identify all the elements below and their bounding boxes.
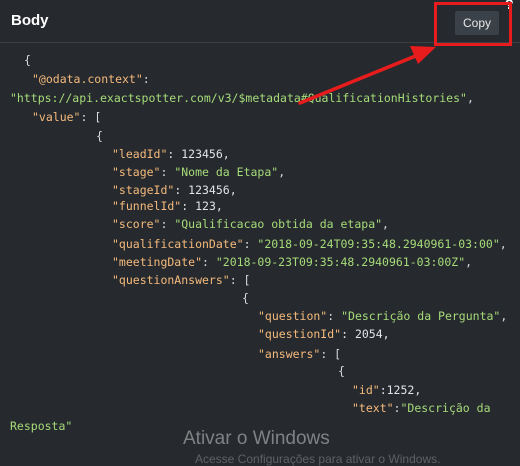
- windows-activation-subtitle: Acesse Configurações para ativar o Windo…: [195, 452, 441, 466]
- annotation-arrow-icon: [298, 46, 436, 105]
- windows-activation-watermark: Ativar o Windows: [183, 428, 330, 449]
